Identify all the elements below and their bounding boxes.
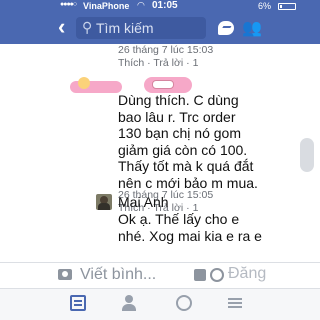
wifi-icon: ◠	[137, 0, 145, 10]
camera-icon[interactable]	[58, 269, 72, 280]
sticker-icon[interactable]	[194, 269, 206, 281]
like-count: 1	[192, 57, 199, 69]
battery-icon	[278, 3, 296, 10]
comment-thread: 26 tháng 7 lúc 15:03 Thích · Trả lời · 1…	[0, 44, 320, 262]
assistive-touch-button[interactable]	[300, 138, 314, 172]
reply-author[interactable]: Mai Anh	[118, 194, 169, 210]
post-button[interactable]: Đăng	[228, 265, 266, 283]
back-arrow-icon[interactable]: ‹	[58, 16, 65, 38]
navigation-bar: ‹ ⚲ 👥	[0, 12, 320, 44]
search-box[interactable]: ⚲	[76, 17, 206, 39]
clock: 01:05	[152, 0, 178, 11]
emoji-icon[interactable]	[210, 268, 224, 282]
messenger-icon[interactable]	[218, 21, 234, 35]
like-reply-actions[interactable]: Thích · Trả lời ·	[118, 57, 190, 69]
friends-icon[interactable]	[122, 295, 138, 311]
comment-composer: Đăng	[0, 262, 320, 288]
people-icon[interactable]: 👥	[242, 18, 262, 38]
status-bar: ●●●●○ VinaPhone ◠ 01:05 6%	[0, 0, 320, 12]
reply-text: Ok ạ. Thế lấy cho e nhé. Xog mai kia e r…	[118, 211, 262, 244]
battery-percent: 6%	[258, 1, 272, 11]
bottom-tab-bar	[0, 288, 320, 320]
comment-text: Dùng thích. C dùng bao lâu r. Trc order …	[118, 92, 258, 191]
comment-timestamp: 26 tháng 7 lúc 15:03	[118, 44, 214, 56]
comment-actions: Thích · Trả lời · 1	[118, 57, 198, 69]
search-input[interactable]	[96, 18, 202, 38]
globe-icon[interactable]	[176, 295, 192, 311]
comment-input[interactable]	[80, 265, 192, 285]
news-feed-icon[interactable]	[70, 295, 86, 311]
avatar[interactable]	[96, 194, 112, 210]
carrier-name: VinaPhone	[83, 1, 130, 11]
signal-strength-icon: ●●●●○	[60, 1, 77, 8]
menu-icon[interactable]	[228, 295, 244, 311]
search-icon: ⚲	[82, 19, 93, 35]
